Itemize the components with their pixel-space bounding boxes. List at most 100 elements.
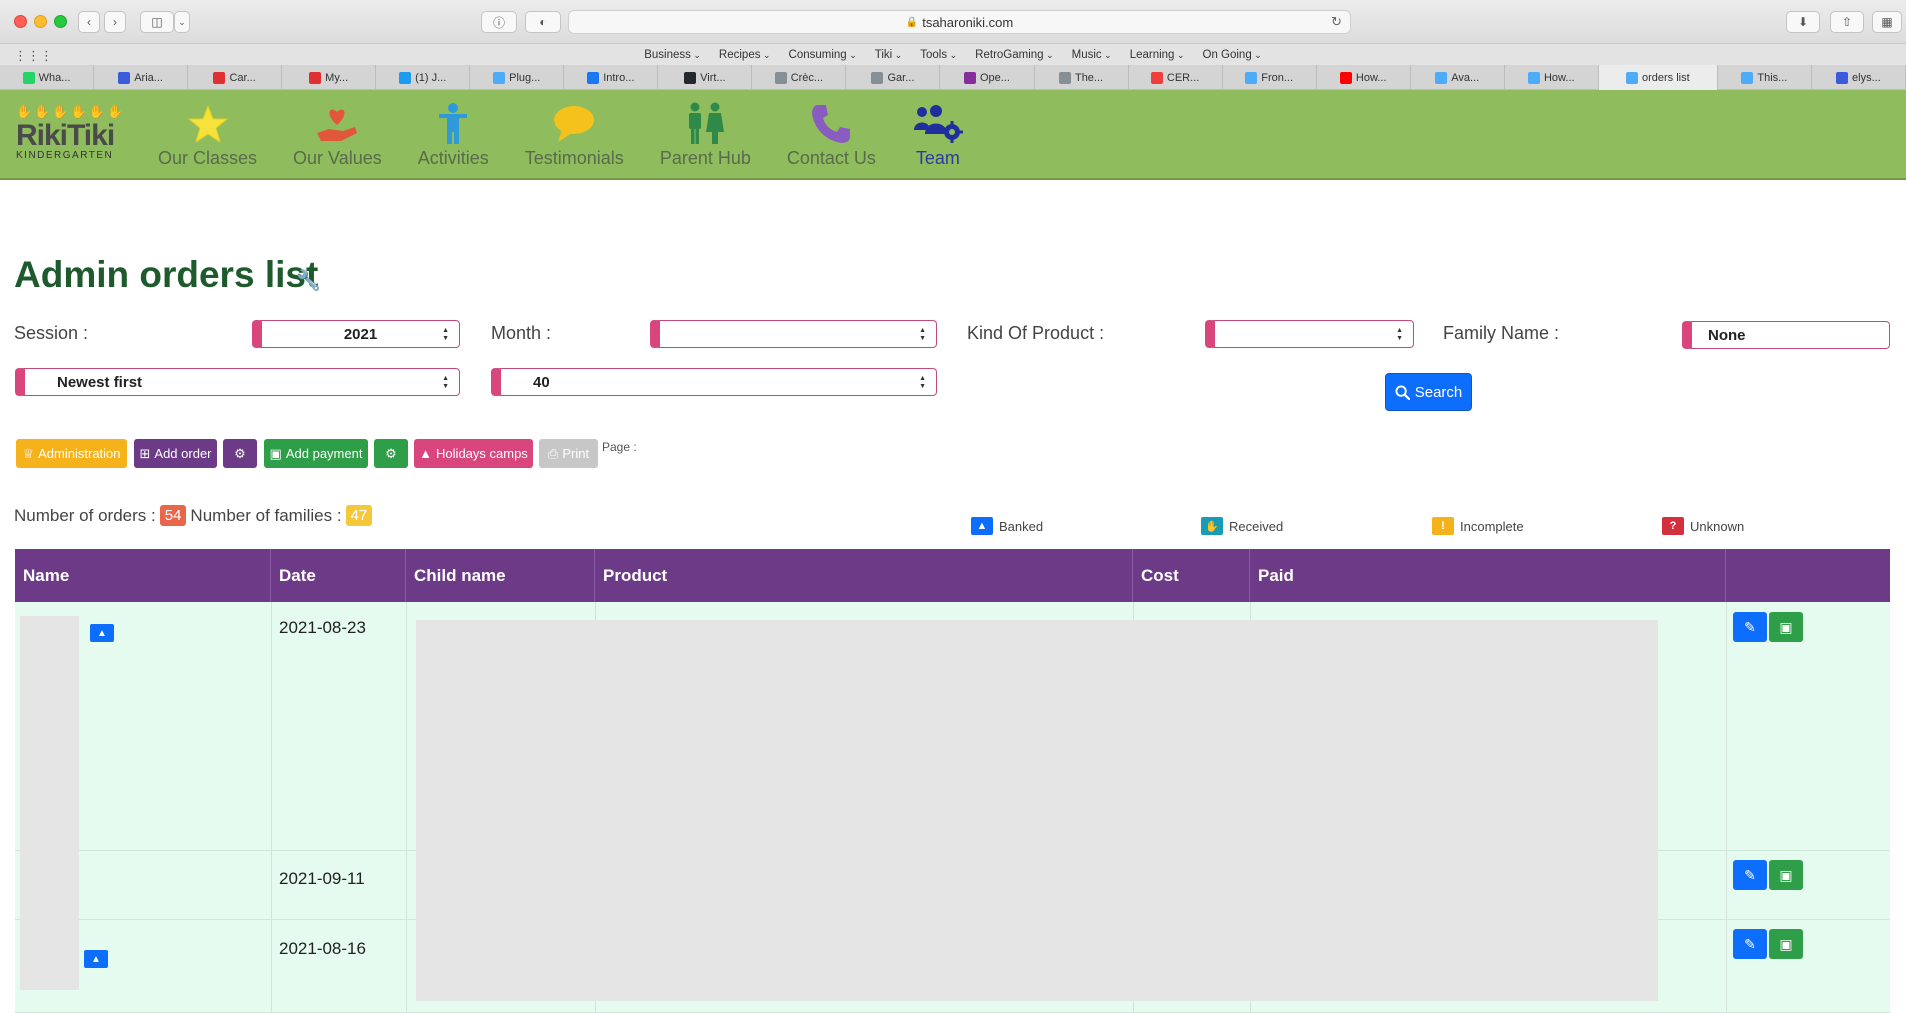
- bookmark-music[interactable]: Music: [1072, 49, 1112, 61]
- tab-favicon-icon: [1435, 71, 1448, 84]
- apps-grid-icon[interactable]: ⋮⋮⋮: [14, 48, 53, 64]
- family-name-input[interactable]: None: [1682, 321, 1890, 349]
- tab-favicon-icon: [399, 71, 412, 84]
- browser-tab[interactable]: orders list: [1598, 65, 1718, 90]
- browser-tab[interactable]: CER...: [1129, 65, 1223, 90]
- share-icon[interactable]: ⇧: [1830, 11, 1864, 33]
- holidays-camps-button[interactable]: ▲ Holidays camps: [414, 439, 533, 468]
- nav-testimonials[interactable]: Testimonials: [525, 102, 624, 169]
- select-arrows-icon: ▲ ▼: [1396, 327, 1403, 342]
- browser-tab[interactable]: Wha...: [0, 65, 95, 90]
- payment-register-button[interactable]: ▣: [1769, 860, 1803, 890]
- bookmark-tools[interactable]: Tools: [920, 49, 957, 61]
- question-icon: ?: [1662, 517, 1684, 535]
- payment-register-button[interactable]: ▣: [1769, 612, 1803, 642]
- browser-tab[interactable]: Fron...: [1223, 65, 1317, 90]
- payment-settings-button[interactable]: ⚙: [374, 439, 408, 468]
- download-icon[interactable]: ⬇: [1786, 11, 1820, 33]
- phone-icon: [810, 102, 852, 146]
- nav-label: Testimonials: [524, 148, 624, 168]
- bookmark-tiki[interactable]: Tiki: [875, 49, 903, 61]
- bookmark-on-going[interactable]: On Going: [1203, 49, 1262, 61]
- month-label: Month :: [491, 323, 552, 343]
- forward-button[interactable]: ›: [104, 11, 126, 33]
- search-button[interactable]: Search: [1385, 373, 1472, 411]
- browser-tab[interactable]: My...: [282, 65, 377, 90]
- window-minimize-button[interactable]: [34, 15, 47, 28]
- browser-tab[interactable]: Car...: [188, 65, 283, 90]
- edit-order-button[interactable]: ✎: [1733, 612, 1767, 642]
- browser-tab[interactable]: elys...: [1812, 65, 1906, 90]
- header-paid[interactable]: Paid: [1250, 549, 1726, 602]
- nav-our-classes[interactable]: Our Classes: [158, 102, 257, 169]
- add-order-button[interactable]: ⊞ Add order: [134, 439, 217, 468]
- window-close-button[interactable]: [14, 15, 27, 28]
- browser-tab[interactable]: How...: [1505, 65, 1599, 90]
- bank-icon: ▲: [971, 517, 993, 535]
- tab-label: Gar...: [887, 71, 915, 84]
- legend-banked: ▲ Banked: [971, 517, 1043, 535]
- sort-select[interactable]: Newest first ▲ ▼: [15, 368, 460, 396]
- session-label: Session :: [14, 323, 89, 343]
- window-maximize-button[interactable]: [54, 15, 67, 28]
- add-payment-button[interactable]: ▣ Add payment: [264, 439, 368, 468]
- back-button[interactable]: ‹: [78, 11, 100, 33]
- bookmark-consuming[interactable]: Consuming: [789, 49, 857, 61]
- browser-tab[interactable]: Intro...: [564, 65, 659, 90]
- nav-activities[interactable]: Activities: [418, 102, 489, 169]
- header-child-name[interactable]: Child name: [406, 549, 595, 602]
- header-cost[interactable]: Cost: [1133, 549, 1250, 602]
- browser-tab[interactable]: How...: [1317, 65, 1411, 90]
- order-settings-button[interactable]: ⚙: [223, 439, 257, 468]
- tab-overview-icon[interactable]: ▦: [1872, 11, 1902, 33]
- bookmark-learning[interactable]: Learning: [1130, 49, 1185, 61]
- nav-our-values[interactable]: Our Values: [293, 102, 382, 169]
- month-select[interactable]: ▲ ▼: [650, 320, 937, 348]
- browser-tab[interactable]: Aria...: [94, 65, 189, 90]
- administration-button[interactable]: ♕ Administration: [16, 439, 127, 468]
- logo-title: RikiTiki: [16, 119, 115, 152]
- browser-tab[interactable]: This...: [1718, 65, 1812, 90]
- tab-strip: Wha... Aria... Car... My... (1) J... Plug... I…: [0, 65, 1906, 90]
- edit-order-button[interactable]: ✎: [1733, 860, 1767, 890]
- administration-label: Administration: [38, 446, 121, 461]
- nav-contact-us[interactable]: Contact Us: [787, 102, 876, 169]
- browser-tab[interactable]: Gar...: [846, 65, 941, 90]
- bookmark-business[interactable]: Business: [644, 49, 701, 61]
- header-product[interactable]: Product: [595, 549, 1133, 602]
- select-arrows-icon: ▲ ▼: [442, 327, 449, 342]
- payment-register-button[interactable]: ▣: [1769, 929, 1803, 959]
- tab-label: Fron...: [1261, 71, 1294, 84]
- shield-icon[interactable]: ◐: [525, 11, 561, 33]
- session-select[interactable]: 2021 ▲ ▼: [252, 320, 460, 348]
- order-date: 2021-08-23: [279, 618, 366, 637]
- header-actions: [1726, 549, 1890, 602]
- chevron-down-icon[interactable]: ⌄: [174, 11, 190, 33]
- browser-tab[interactable]: Crèc...: [752, 65, 847, 90]
- browser-tab[interactable]: Ope...: [940, 65, 1035, 90]
- browser-tab[interactable]: The...: [1035, 65, 1129, 90]
- nav-parent-hub[interactable]: Parent Hub: [660, 102, 751, 169]
- password-icon[interactable]: ⓘ: [481, 11, 517, 33]
- select-arrows-icon: ▲ ▼: [442, 375, 449, 390]
- bookmark-recipes[interactable]: Recipes: [719, 49, 771, 61]
- families-count-badge: 47: [345, 505, 373, 526]
- header-date[interactable]: Date: [271, 549, 406, 602]
- header-name[interactable]: Name: [15, 549, 271, 602]
- sidebar-toggle-icon[interactable]: ◫: [140, 11, 174, 33]
- kind-of-product-select[interactable]: ▲ ▼: [1205, 320, 1414, 348]
- wrench-icon[interactable]: 🔧: [296, 268, 321, 293]
- edit-order-button[interactable]: ✎: [1733, 929, 1767, 959]
- browser-tab[interactable]: Plug...: [470, 65, 565, 90]
- add-order-label: Add order: [154, 446, 212, 461]
- print-button[interactable]: ⎙ Print: [539, 439, 598, 468]
- per-page-select[interactable]: 40 ▲ ▼: [491, 368, 937, 396]
- browser-tab[interactable]: Virt...: [658, 65, 753, 90]
- browser-tab[interactable]: (1) J...: [376, 65, 471, 90]
- reload-icon[interactable]: ↻: [1331, 14, 1342, 30]
- address-bar[interactable]: 🔒 tsaharoniki.com ↻: [568, 10, 1351, 34]
- browser-tab[interactable]: Ava...: [1411, 65, 1505, 90]
- site-logo[interactable]: ✋ ✋ ✋ ✋ ✋ ✋ RikiTiki KINDERGARTEN: [16, 104, 128, 172]
- nav-team[interactable]: Team: [912, 102, 964, 169]
- bookmark-retrogaming[interactable]: RetroGaming: [975, 49, 1053, 61]
